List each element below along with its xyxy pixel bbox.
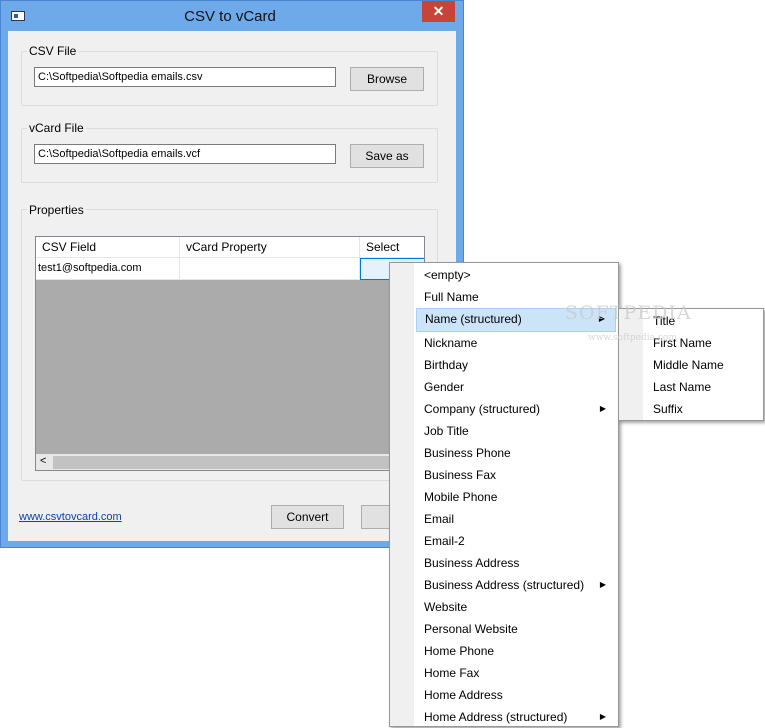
submenu-items: Title First Name Middle Name Last Name Suffi… — [645, 310, 761, 420]
menu-item[interactable]: Home Address — [416, 684, 616, 706]
scroll-left-arrow[interactable]: < — [40, 455, 46, 467]
softpedia-watermark-url: www.softpedia.com — [588, 333, 677, 343]
properties-label: Properties — [27, 203, 86, 217]
vcard-file-label: vCard File — [27, 121, 86, 135]
menu-item-label: Home Fax — [424, 666, 480, 680]
menu-item[interactable]: Job Title — [416, 420, 616, 442]
cell-csv-field[interactable]: test1@softpedia.com — [36, 258, 180, 280]
menu-item[interactable]: Business Address (structured) ▶ — [416, 574, 616, 596]
menu-item-label: Home Address (structured) — [424, 710, 568, 724]
menu-item-label: Business Fax — [424, 468, 497, 482]
properties-grid: CSV Field vCard Property Select test1@so… — [35, 236, 425, 471]
menu-item[interactable]: Email — [416, 508, 616, 530]
menu-item-label: Business Address — [424, 556, 520, 570]
menu-item-label: Home Phone — [424, 644, 495, 658]
menu-item[interactable]: <empty> — [416, 264, 616, 286]
menu-item[interactable]: Birthday — [416, 354, 616, 376]
csv-path-input[interactable]: C:\Softpedia\Softpedia emails.csv — [34, 67, 336, 87]
close-window-button[interactable]: ✕ — [422, 1, 455, 22]
menu-item[interactable]: Nickname — [416, 332, 616, 354]
horizontal-scrollbar[interactable]: < — [36, 454, 424, 470]
submenu-arrow-icon: ▶ — [599, 580, 606, 589]
menu-item-label: Personal Website — [424, 622, 518, 636]
browse-button[interactable]: Browse — [350, 67, 424, 91]
window-title: CSV to vCard — [184, 8, 276, 25]
website-link[interactable]: www.csvtovcard.com — [19, 511, 122, 523]
menu-item[interactable]: Business Fax — [416, 464, 616, 486]
column-header-csv-field[interactable]: CSV Field — [36, 237, 180, 258]
menu-item-label: Company (structured) — [424, 402, 541, 416]
menu-item-label: Birthday — [424, 358, 469, 372]
menu-item-label: Mobile Phone — [424, 490, 498, 504]
submenu-arrow-icon: ▶ — [599, 712, 606, 721]
save-as-button[interactable]: Save as — [350, 144, 424, 168]
menu-item[interactable]: Home Address (structured) ▶ — [416, 706, 616, 728]
menu-item[interactable]: Personal Website — [416, 618, 616, 640]
menu-item[interactable]: Business Phone — [416, 442, 616, 464]
menu-item[interactable]: Company (structured) ▶ — [416, 398, 616, 420]
property-context-menu: <empty> Full Name Name (structured) ▶ Nickna… — [389, 262, 619, 727]
menu-item-label: Nickname — [424, 336, 478, 350]
menu-item-label: Full Name — [424, 290, 479, 304]
csv-file-label: CSV File — [27, 44, 79, 58]
menu-item[interactable]: Gender — [416, 376, 616, 398]
menu-item-label: Name (structured) — [425, 312, 522, 326]
submenu-arrow-icon: ▶ — [599, 404, 606, 413]
menu-item[interactable]: Home Phone — [416, 640, 616, 662]
menu-item-label: Email-2 — [424, 534, 465, 548]
menu-item-label: <empty> — [424, 268, 471, 282]
menu-item-label: Email — [424, 512, 455, 526]
cell-vcard-property[interactable] — [180, 258, 360, 280]
convert-button[interactable]: Convert — [271, 505, 344, 529]
menu-item[interactable]: Home Fax — [416, 662, 616, 684]
softpedia-watermark: SOFTPEDIA — [565, 302, 692, 324]
scrollbar-thumb[interactable] — [53, 456, 413, 469]
vcard-path-input[interactable]: C:\Softpedia\Softpedia emails.vcf — [34, 144, 336, 164]
menu-item-label: Website — [424, 600, 468, 614]
submenu-item[interactable]: Last Name — [645, 376, 761, 398]
menu-item-label: Job Title — [424, 424, 469, 438]
menu-item-label: Gender — [424, 380, 465, 394]
menu-item[interactable]: Website — [416, 596, 616, 618]
menu-item[interactable]: Business Address — [416, 552, 616, 574]
menu-item-label: Business Address (structured) — [424, 578, 585, 592]
menu-item-label: Home Address — [424, 688, 503, 702]
column-header-select[interactable]: Select — [360, 237, 424, 258]
menu-item[interactable]: Email-2 — [416, 530, 616, 552]
submenu-item[interactable]: Suffix — [645, 398, 761, 420]
menu-items: <empty> Full Name Name (structured) ▶ Nickna… — [416, 264, 616, 728]
menu-item[interactable]: Mobile Phone — [416, 486, 616, 508]
menu-item-label: Business Phone — [424, 446, 511, 460]
column-header-vcard-property[interactable]: vCard Property — [180, 237, 360, 258]
name-structured-submenu: Title First Name Middle Name Last Name Suffi… — [618, 308, 764, 421]
title-bar[interactable]: CSV to vCard ✕ — [1, 1, 463, 31]
submenu-item[interactable]: Middle Name — [645, 354, 761, 376]
